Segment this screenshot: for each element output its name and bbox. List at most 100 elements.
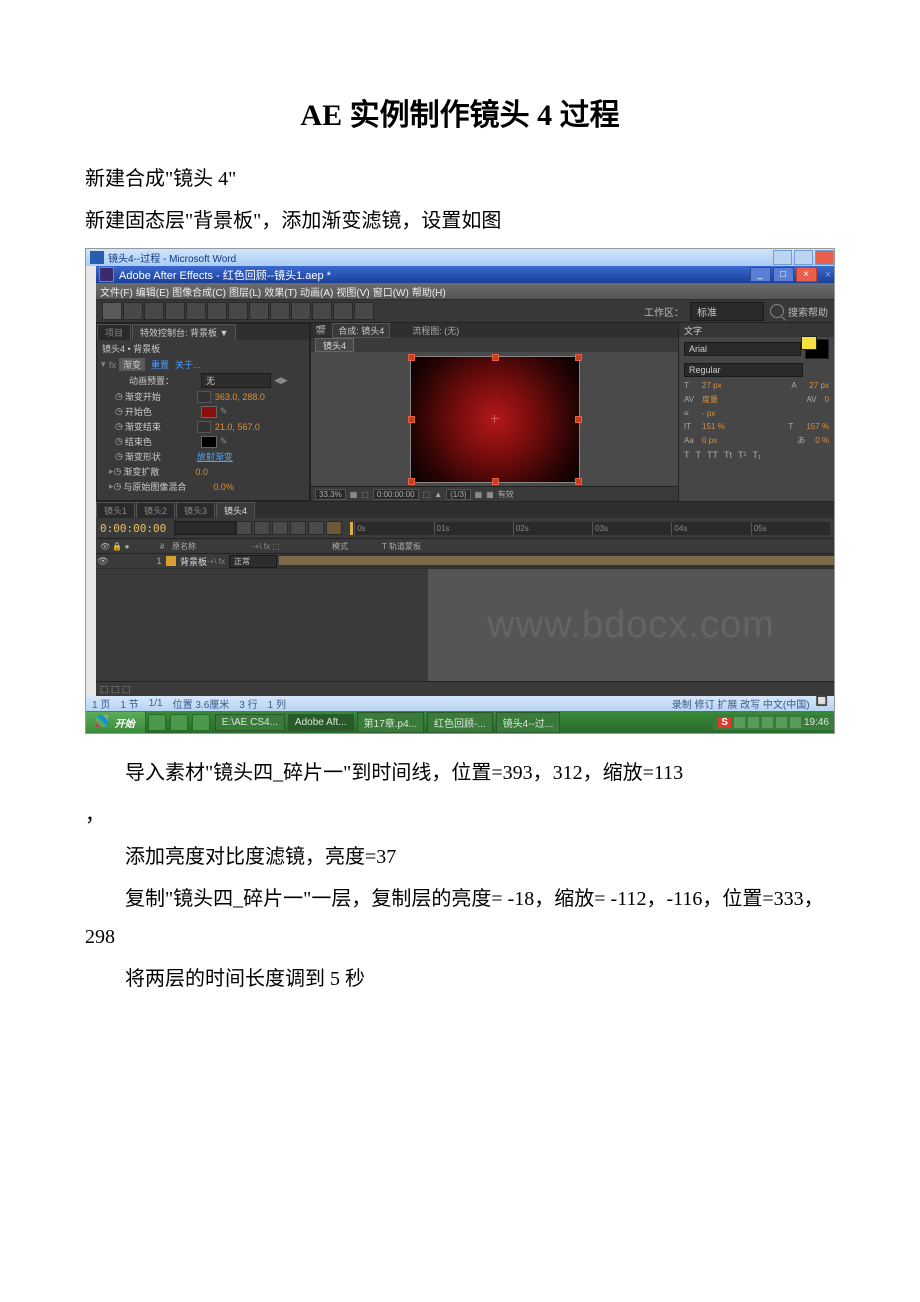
camera-tool-icon[interactable] bbox=[186, 302, 206, 320]
stopwatch-icon[interactable]: ◷ bbox=[115, 436, 123, 447]
viewer-subtab[interactable]: 镜头4 bbox=[315, 338, 354, 352]
viewer-canvas[interactable] bbox=[311, 352, 678, 486]
viewer-footer-icon[interactable]: ▦ bbox=[475, 490, 483, 499]
tray-icon[interactable] bbox=[762, 717, 773, 728]
stopwatch-icon[interactable]: ◷ bbox=[115, 406, 123, 417]
taskbar-app[interactable]: 镜头4--过... bbox=[496, 712, 561, 733]
hand-tool-icon[interactable] bbox=[123, 302, 143, 320]
blend-value[interactable]: 0.0% bbox=[213, 482, 234, 492]
viewer-footer-icon[interactable]: ▦ bbox=[486, 490, 494, 499]
font-style-dropdown[interactable]: Regular bbox=[684, 363, 803, 377]
viewer-flow-label[interactable]: 流程图: (无) bbox=[412, 324, 459, 337]
timeline-ruler[interactable]: 0s 01s 02s 03s 04s 05s bbox=[350, 522, 830, 535]
viewer-footer-icon[interactable]: ⬚ bbox=[361, 490, 369, 499]
stopwatch-icon[interactable]: ◷ bbox=[115, 391, 123, 402]
handle-icon[interactable] bbox=[408, 416, 415, 423]
timeline-tab[interactable]: 镜头3 bbox=[176, 502, 215, 518]
playhead-icon[interactable] bbox=[350, 522, 353, 535]
leading-value[interactable]: 27 px bbox=[809, 381, 829, 390]
handle-icon[interactable] bbox=[575, 416, 582, 423]
kerning-value[interactable]: 度量 bbox=[702, 394, 718, 405]
timeline-tab[interactable]: 镜头2 bbox=[136, 502, 175, 518]
vscale-value[interactable]: 151 % bbox=[702, 422, 725, 431]
menu-layer[interactable]: 图层(L) bbox=[229, 284, 261, 299]
tray-icon[interactable] bbox=[748, 717, 759, 728]
timeline-control-icon[interactable] bbox=[254, 521, 270, 535]
viewer-comp-tab[interactable]: 合成: 镜头4 bbox=[332, 323, 390, 338]
brush-tool-icon[interactable] bbox=[291, 302, 311, 320]
toggle-switches-icon[interactable]: ⬚ ⬚ ⬚ bbox=[100, 684, 131, 695]
viewer-footer-icon[interactable]: ▦ bbox=[350, 490, 358, 499]
ae-minimize-button[interactable]: _ bbox=[750, 267, 771, 282]
handle-icon[interactable] bbox=[408, 354, 415, 361]
text-tool-icon[interactable] bbox=[270, 302, 290, 320]
menu-effect[interactable]: 效果(T) bbox=[264, 284, 297, 299]
taskbar-app[interactable]: 红色回顾-... bbox=[427, 712, 493, 733]
timeline-tab[interactable]: 镜头1 bbox=[96, 502, 135, 518]
eraser-tool-icon[interactable] bbox=[333, 302, 353, 320]
clock[interactable]: 19:46 bbox=[804, 717, 829, 728]
puppet-tool-icon[interactable] bbox=[354, 302, 374, 320]
handle-icon[interactable] bbox=[408, 478, 415, 485]
position-picker-icon[interactable] bbox=[197, 391, 211, 403]
timecode-display[interactable]: 0:00:00:00 bbox=[100, 522, 166, 535]
taskbar-app[interactable]: E:\AE CS4... bbox=[215, 714, 285, 731]
about-link[interactable]: 关于... bbox=[175, 358, 201, 371]
timeline-control-icon[interactable] bbox=[236, 521, 252, 535]
bold-button[interactable]: T bbox=[684, 450, 690, 460]
subscript-button[interactable]: T₁ bbox=[753, 450, 762, 460]
time-display[interactable]: 0:00:00:00 bbox=[373, 489, 419, 500]
fx-icon[interactable]: fx bbox=[109, 360, 116, 370]
zoom-tool-icon[interactable] bbox=[144, 302, 164, 320]
baseline-value[interactable]: 0 px bbox=[702, 436, 717, 445]
superscript-button[interactable]: T¹ bbox=[738, 450, 747, 460]
timeline-control-icon[interactable] bbox=[308, 521, 324, 535]
blend-mode-dropdown[interactable]: 正常 bbox=[229, 555, 277, 568]
viewer-footer-icon[interactable]: ⬚ bbox=[423, 490, 431, 499]
system-tray[interactable]: S 19:46 bbox=[713, 715, 834, 730]
font-size-value[interactable]: 27 px bbox=[702, 381, 722, 390]
smallcaps-button[interactable]: Tt bbox=[724, 450, 732, 460]
tracking-value[interactable]: 0 bbox=[825, 395, 829, 404]
ramp-end-value[interactable]: 21.0, 567.0 bbox=[215, 422, 260, 432]
rotate-tool-icon[interactable] bbox=[165, 302, 185, 320]
clone-tool-icon[interactable] bbox=[312, 302, 332, 320]
stopwatch-icon[interactable]: ◷ bbox=[115, 451, 123, 462]
search-help[interactable]: 搜索帮助 bbox=[770, 304, 828, 319]
timeline-search[interactable] bbox=[174, 521, 236, 535]
handle-icon[interactable] bbox=[575, 354, 582, 361]
stroke-value[interactable]: - px bbox=[702, 409, 715, 418]
stopwatch-icon[interactable]: ◷ bbox=[115, 421, 123, 432]
workspace-dropdown[interactable]: 标准 bbox=[690, 302, 764, 321]
col-trkmat[interactable]: T 轨道蒙板 bbox=[382, 541, 442, 552]
layer-name[interactable]: 背景板 bbox=[180, 555, 207, 568]
position-picker-icon[interactable] bbox=[197, 421, 211, 433]
menu-help[interactable]: 帮助(H) bbox=[412, 284, 446, 299]
pan-behind-tool-icon[interactable] bbox=[207, 302, 227, 320]
hscale-value[interactable]: 157 % bbox=[806, 422, 829, 431]
timeline-empty-area[interactable]: www.bdocx.com bbox=[428, 569, 834, 681]
tray-icon[interactable] bbox=[776, 717, 787, 728]
italic-button[interactable]: T bbox=[696, 450, 702, 460]
resolution-dropdown[interactable]: (1/3) bbox=[446, 489, 470, 500]
allcaps-button[interactable]: TT bbox=[707, 450, 718, 460]
col-source[interactable]: 原名称 bbox=[172, 541, 252, 552]
taskbar-app[interactable]: 第17章.p4... bbox=[357, 712, 424, 733]
layer-duration-bar[interactable] bbox=[279, 556, 834, 565]
effect-name[interactable]: 渐变 bbox=[119, 358, 145, 371]
start-color-swatch[interactable] bbox=[201, 406, 217, 418]
ae-close-button[interactable]: × bbox=[796, 267, 817, 282]
menu-file[interactable]: 文件(F) bbox=[100, 284, 133, 299]
menu-animation[interactable]: 动画(A) bbox=[300, 284, 333, 299]
tsume-value[interactable]: 0 % bbox=[815, 436, 829, 445]
reset-link[interactable]: 重置 bbox=[151, 358, 169, 371]
status-icon[interactable]: 🔲 bbox=[816, 696, 828, 711]
timeline-control-icon[interactable] bbox=[272, 521, 288, 535]
menu-window[interactable]: 窗口(W) bbox=[373, 284, 409, 299]
effect-controls-tab[interactable]: 特效控制台: 背景板 ▼ bbox=[132, 324, 236, 340]
timeline-control-icon[interactable] bbox=[290, 521, 306, 535]
ramp-shape-value[interactable]: 放射渐变 bbox=[197, 450, 233, 463]
zoom-dropdown[interactable]: 33.3% bbox=[315, 489, 346, 500]
start-button[interactable]: 开始 bbox=[86, 712, 146, 733]
layer-bar-area[interactable] bbox=[279, 554, 834, 568]
